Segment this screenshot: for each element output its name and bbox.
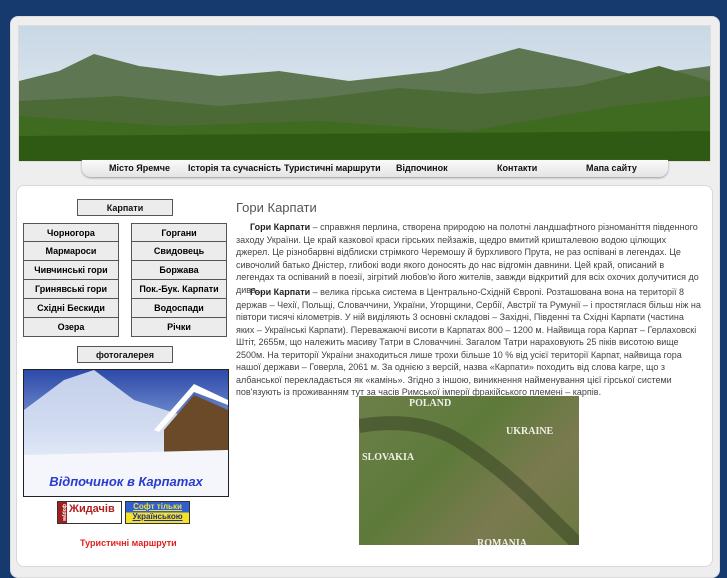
carpathians-button[interactable]: Карпати [77,199,173,216]
tourist-routes-link[interactable]: Туристичні маршрути [80,538,177,548]
nav-contacts[interactable]: Контакти [497,163,537,173]
nav-history[interactable]: Історія та сучасність [188,163,281,173]
sidebar-left-menu: Чорногора Мармароси Чивчинські гори Грин… [23,223,119,337]
map-label-slovakia: SLOVAKIA [362,452,415,463]
header-banner-image [18,25,711,162]
sidebar-item[interactable]: Боржава [131,261,227,280]
sidebar-item[interactable]: Гринявські гори [23,280,119,299]
map-label-romania: ROMANIA [477,538,527,549]
sidebar-item[interactable]: Свидовець [131,242,227,261]
map-label-ukraine: UKRAINE [506,426,554,437]
nav-sitemap[interactable]: Мапа сайту [586,163,637,173]
badge-side-label: форум [58,502,67,523]
sidebar-item[interactable]: Мармароси [23,242,119,261]
badge-line1: Софт тільки [133,502,182,511]
sidebar-right-menu: Горгани Свидовець Боржава Пок.-Бук. Карп… [131,223,227,337]
description-bold: Гори Карпати [250,287,311,297]
intro-paragraph: Гори Карпати – справжня перлина, створен… [236,221,702,296]
sidebar-item[interactable]: Водоспади [131,299,227,318]
badge-line2: Українською [132,512,183,521]
sidebar-item[interactable]: Озера [23,318,119,337]
promo-caption: Відпочинок в Карпатах [49,474,203,489]
vacation-promo-banner[interactable]: Відпочинок в Карпатах [23,369,229,497]
photo-gallery-button[interactable]: фотогалерея [77,346,173,363]
description-text: – велика гірська система в Центрально-Сх… [236,287,701,397]
carpathians-map: POLAND UKRAINE SLOVAKIA ROMANIA [359,396,579,549]
sidebar-item[interactable]: Пок.-Бук. Карпати [131,280,227,299]
main-nav: Місто Яремче Історія та сучасність Турис… [82,160,668,177]
description-paragraph: Гори Карпати – велика гірська система в … [236,286,702,399]
sidebar-item[interactable]: Чорногора [23,223,119,242]
page-title: Гори Карпати [236,200,317,215]
sidebar-item[interactable]: Горгани [131,223,227,242]
ukrainian-software-badge[interactable]: Софт тільки Українською [125,501,190,524]
nav-town[interactable]: Місто Яремче [109,163,170,173]
nav-routes[interactable]: Туристичні маршрути [284,163,381,173]
sidebar-item[interactable]: Чивчинські гори [23,261,119,280]
badge-label: Жидачів [69,503,115,515]
intro-bold: Гори Карпати [250,222,311,232]
intro-text: – справжня перлина, створена природою на… [236,222,699,295]
zhydachiv-forum-badge[interactable]: форум Жидачів [57,501,122,524]
nav-rest[interactable]: Відпочинок [396,163,448,173]
map-label-poland: POLAND [409,398,452,409]
sidebar-item[interactable]: Річки [131,318,227,337]
sidebar-item[interactable]: Східні Бескиди [23,299,119,318]
